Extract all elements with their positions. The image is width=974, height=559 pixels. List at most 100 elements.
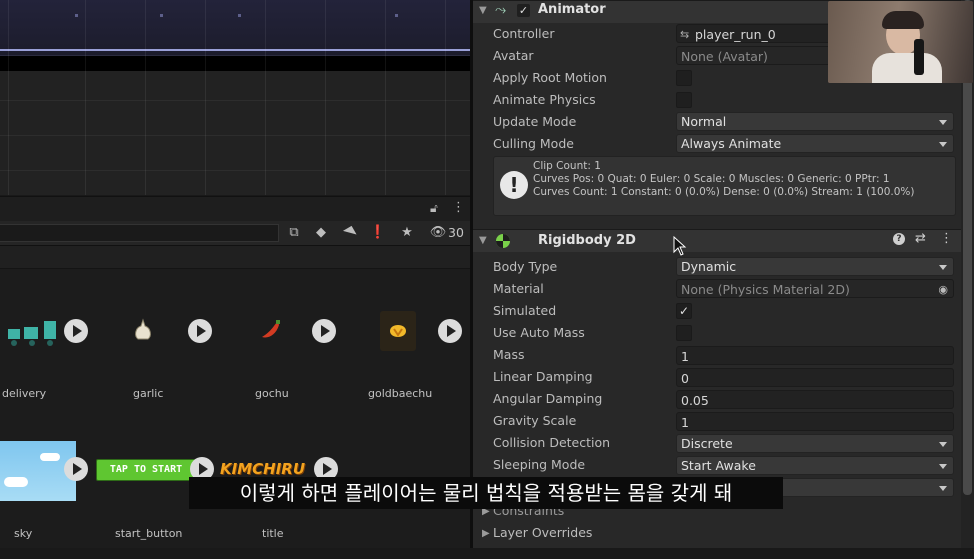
collision-detection-dropdown[interactable]: Discrete <box>676 434 954 453</box>
lock-icon[interactable]: 🔓︎ <box>430 201 438 216</box>
garlic-thumbnail <box>135 318 151 340</box>
asset-name: garlic <box>133 387 164 400</box>
use-auto-mass-checkbox[interactable] <box>676 325 692 341</box>
video-subtitle: 이렇게 하면 플레이어는 물리 법칙을 적용받는 몸을 갖게 돼 <box>189 477 783 509</box>
culling-mode-label: Culling Mode <box>493 136 574 151</box>
more-options-icon[interactable]: ⋮ <box>452 200 465 215</box>
object-picker-icon[interactable]: ◉ <box>938 280 948 299</box>
asset-name: delivery <box>2 387 47 400</box>
gravity-scale-field[interactable]: 1 <box>676 412 954 431</box>
gravity-scale-label: Gravity Scale <box>493 413 577 428</box>
filter-by-type-icon[interactable]: ◆ <box>311 224 331 242</box>
use-auto-mass-label: Use Auto Mass <box>493 325 585 340</box>
angular-damping-label: Angular Damping <box>493 391 603 406</box>
mouse-cursor-icon <box>673 236 687 256</box>
more-options-icon[interactable]: ⋮ <box>940 231 953 246</box>
linear-damping-label: Linear Damping <box>493 369 593 384</box>
delivery-thumbnail <box>8 321 56 346</box>
apply-root-motion-label: Apply Root Motion <box>493 70 607 85</box>
animate-physics-checkbox[interactable] <box>676 92 692 108</box>
visible-count: 30 <box>448 225 464 240</box>
play-preview-button[interactable] <box>188 319 212 343</box>
keyframe-marker[interactable] <box>238 14 241 17</box>
gochu-thumbnail <box>262 320 280 338</box>
fold-arrow-icon[interactable]: ▼ <box>479 5 487 16</box>
sleeping-mode-dropdown[interactable]: Start Awake <box>676 456 954 475</box>
material-label: Material <box>493 281 544 296</box>
info-exclamation-icon: ! <box>500 171 528 199</box>
animate-physics-label: Animate Physics <box>493 92 596 107</box>
body-type-label: Body Type <box>493 259 558 274</box>
asset-name: start_button <box>115 527 183 540</box>
simulated-label: Simulated <box>493 303 557 318</box>
timeline-header <box>0 0 470 56</box>
chevron-down-icon <box>939 120 947 125</box>
presenter-hair <box>882 11 924 29</box>
apply-root-motion-checkbox[interactable] <box>676 70 692 86</box>
mass-field[interactable]: 1 <box>676 346 954 365</box>
sleeping-mode-label: Sleeping Mode <box>493 457 586 472</box>
project-breadcrumb <box>0 246 470 269</box>
play-preview-button[interactable] <box>64 319 88 343</box>
chevron-down-icon <box>939 464 947 469</box>
chevron-down-icon <box>939 486 947 491</box>
update-mode-label: Update Mode <box>493 114 577 129</box>
asset-item-delivery[interactable]: delivery <box>0 299 110 419</box>
component-title: Rigidbody 2D <box>538 233 636 248</box>
update-mode-dropdown[interactable]: Normal <box>676 112 954 131</box>
rigidbody2d-component-header[interactable]: ▼ Rigidbody 2D ? ⇄ ⋮ <box>473 229 961 252</box>
avatar-label: Avatar <box>493 48 534 63</box>
play-preview-button[interactable] <box>312 319 336 343</box>
help-icon[interactable]: ? <box>893 233 905 245</box>
body-type-dropdown[interactable]: Dynamic <box>676 257 954 276</box>
timeline-track-line <box>0 49 470 51</box>
preset-settings-icon[interactable]: ⇄ <box>915 231 926 246</box>
curves-count-text: Curves Count: 1 Constant: 0 (0.0%) Dense… <box>533 186 915 198</box>
project-search-input[interactable] <box>0 224 279 242</box>
play-preview-button[interactable] <box>64 457 88 481</box>
animator-enabled-checkbox[interactable]: ✓ <box>517 4 530 17</box>
project-panel-header: 🔓︎ ⋮ <box>0 196 470 221</box>
start-button-thumbnail: TAP TO START <box>96 459 196 481</box>
asset-name: sky <box>14 527 33 540</box>
timeline-ruler <box>0 56 470 71</box>
visibility-eye-icon[interactable]: 👁︎ <box>428 224 448 242</box>
curves-pos-text: Curves Pos: 0 Quat: 0 Euler: 0 Scale: 0 … <box>533 173 890 185</box>
goldbaechu-thumbnail <box>390 325 406 337</box>
keyframe-marker[interactable] <box>160 14 163 17</box>
layer-overrides-foldout[interactable]: Layer Overrides <box>493 525 592 540</box>
asset-item-goldbaechu[interactable]: goldbaechu <box>368 299 484 419</box>
scene-search-icon[interactable]: ⧉ <box>284 224 304 242</box>
asset-item-garlic[interactable]: garlic <box>124 299 234 419</box>
angular-damping-field[interactable]: 0.05 <box>676 390 954 409</box>
simulated-checkbox[interactable]: ✓ <box>676 303 692 319</box>
component-title: Animator <box>538 2 606 17</box>
animation-timeline[interactable] <box>0 0 470 195</box>
microphone-icon <box>914 39 924 75</box>
controller-label: Controller <box>493 26 555 41</box>
mass-label: Mass <box>493 347 525 362</box>
asset-name: title <box>262 527 284 540</box>
favorite-star-icon[interactable]: ★ <box>397 224 417 242</box>
chevron-down-icon <box>939 442 947 447</box>
linear-damping-field[interactable]: 0 <box>676 368 954 387</box>
asset-name: gochu <box>255 387 289 400</box>
asset-item-start-button[interactable]: TAP TO START start_button <box>94 439 214 559</box>
asset-item-gochu[interactable]: gochu <box>248 299 358 419</box>
culling-mode-dropdown[interactable]: Always Animate <box>676 134 954 153</box>
material-field[interactable]: None (Physics Material 2D) ◉ <box>676 279 954 298</box>
chevron-down-icon <box>939 265 947 270</box>
warning-filter-icon[interactable]: ❗ <box>368 224 388 242</box>
play-preview-button[interactable] <box>438 319 462 343</box>
collision-detection-label: Collision Detection <box>493 435 611 450</box>
webcam-overlay <box>828 1 973 83</box>
animator-icon: ⤳ <box>495 2 507 18</box>
fold-arrow-icon[interactable]: ▼ <box>479 235 487 246</box>
animator-controller-icon: ⇆ <box>680 28 690 41</box>
fold-arrow-icon[interactable]: ▶ <box>482 528 490 539</box>
presenter-body <box>872 53 942 83</box>
asset-name: goldbaechu <box>368 387 433 400</box>
rigidbody2d-icon <box>496 234 510 248</box>
keyframe-marker[interactable] <box>75 14 78 17</box>
keyframe-marker[interactable] <box>395 14 398 17</box>
